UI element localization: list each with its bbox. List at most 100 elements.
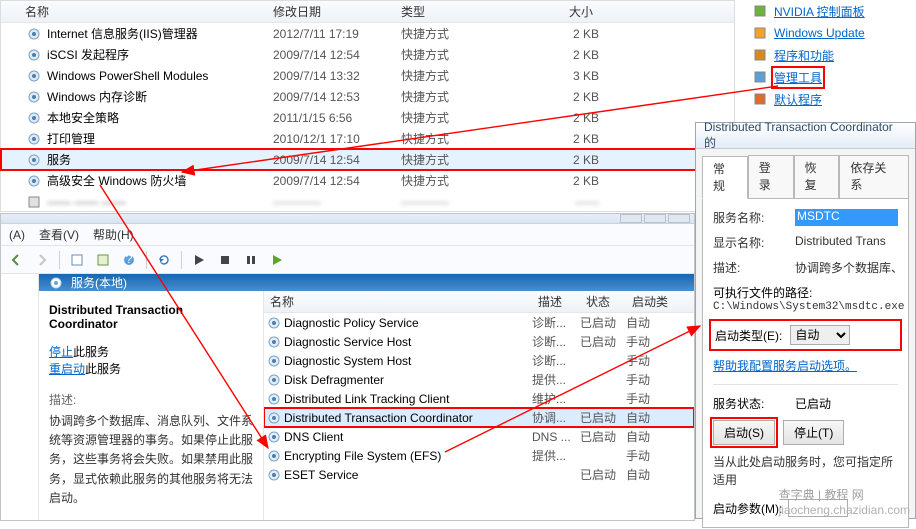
explorer-columns: 名称 修改日期 类型 大小 bbox=[1, 1, 734, 23]
file-row[interactable]: Internet 信息服务(IIS)管理器2012/7/11 17:19快捷方式… bbox=[1, 23, 734, 44]
stop-button[interactable]: 停止(T) bbox=[783, 420, 844, 445]
gear-icon bbox=[264, 316, 284, 330]
service-startup: 手动 bbox=[626, 371, 674, 388]
gear-icon bbox=[49, 276, 63, 290]
nvidia-icon bbox=[752, 3, 768, 19]
file-name: Internet 信息服务(IIS)管理器 bbox=[47, 25, 273, 42]
stop-service-link[interactable]: 停止 bbox=[49, 345, 73, 359]
service-row[interactable]: Diagnostic Service Host诊断...已启动手动 bbox=[264, 332, 694, 351]
gcol-desc[interactable]: 描述 bbox=[532, 293, 580, 310]
file-size: 2 KB bbox=[519, 90, 599, 104]
file-row[interactable]: Windows 内存诊断2009/7/14 12:53快捷方式2 KB bbox=[1, 86, 734, 107]
tab-logon[interactable]: 登录 bbox=[748, 155, 794, 198]
gcol-startup[interactable]: 启动类 bbox=[626, 293, 674, 310]
detail-title: Distributed Transaction Coordinator bbox=[49, 303, 253, 331]
file-name: 打印管理 bbox=[47, 130, 273, 147]
col-date[interactable]: 修改日期 bbox=[273, 3, 401, 20]
file-row[interactable]: Windows PowerShell Modules2009/7/14 13:3… bbox=[1, 65, 734, 86]
cpanel-link[interactable]: 默认程序 bbox=[774, 91, 822, 108]
file-name: Windows 内存诊断 bbox=[47, 88, 273, 105]
menu-help[interactable]: 帮助(H) bbox=[93, 226, 134, 243]
file-date: 2010/12/1 17:10 bbox=[273, 132, 401, 146]
maximize-button[interactable] bbox=[644, 214, 666, 223]
properties-icon[interactable] bbox=[66, 249, 88, 271]
help-icon[interactable]: ? bbox=[118, 249, 140, 271]
col-type[interactable]: 类型 bbox=[401, 3, 519, 20]
help-link[interactable]: 帮助我配置服务启动选项。 bbox=[713, 359, 857, 373]
service-name: Diagnostic Policy Service bbox=[284, 316, 532, 330]
service-status: 已启动 bbox=[580, 333, 626, 350]
service-startup: 自动 bbox=[626, 466, 674, 483]
cpanel-item[interactable]: 默认程序 bbox=[746, 88, 916, 110]
close-button[interactable] bbox=[668, 214, 690, 223]
detail-desc-body: 协调跨多个数据库、消息队列、文件系统等资源管理器的事务。如果停止此服务，这些事务… bbox=[49, 412, 253, 508]
mmc-tree[interactable] bbox=[1, 274, 39, 520]
menu-view[interactable]: 查看(V) bbox=[39, 226, 79, 243]
label-desc: 描述: bbox=[713, 259, 795, 276]
file-row[interactable]: 打印管理2010/12/1 17:10快捷方式2 KB bbox=[1, 128, 734, 149]
cpanel-link[interactable]: Windows Update bbox=[774, 26, 865, 40]
tab-deps[interactable]: 依存关系 bbox=[839, 155, 909, 198]
stop-icon[interactable] bbox=[214, 249, 236, 271]
gcol-status[interactable]: 状态 bbox=[580, 293, 626, 310]
restart-service-link[interactable]: 重启动 bbox=[49, 362, 85, 376]
file-size: 2 KB bbox=[519, 27, 599, 41]
cpanel-item[interactable]: 程序和功能 bbox=[746, 44, 916, 66]
file-row[interactable]: 本地安全策略2011/1/15 6:56快捷方式2 KB bbox=[1, 107, 734, 128]
cpanel-link[interactable]: 程序和功能 bbox=[774, 47, 834, 64]
pause-icon[interactable] bbox=[240, 249, 262, 271]
back-icon[interactable] bbox=[5, 249, 27, 271]
svg-text:?: ? bbox=[126, 253, 133, 266]
wupdate-icon bbox=[752, 25, 768, 41]
play-icon[interactable] bbox=[188, 249, 210, 271]
service-row[interactable]: Encrypting File System (EFS)提供...手动 bbox=[264, 446, 694, 465]
gear-icon bbox=[264, 430, 284, 444]
service-name: Encrypting File System (EFS) bbox=[284, 449, 532, 463]
startup-type-select[interactable]: 自动 bbox=[790, 325, 850, 345]
file-row[interactable]: iSCSI 发起程序2009/7/14 12:54快捷方式2 KB bbox=[1, 44, 734, 65]
service-row[interactable]: ESET Service已启动自动 bbox=[264, 465, 694, 484]
service-row[interactable]: Diagnostic System Host诊断...手动 bbox=[264, 351, 694, 370]
file-type: 快捷方式 bbox=[401, 46, 519, 63]
menu-action[interactable]: (A) bbox=[9, 228, 25, 242]
export-icon[interactable] bbox=[92, 249, 114, 271]
file-row[interactable]: 服务2009/7/14 12:54快捷方式2 KB bbox=[1, 149, 734, 170]
file-row[interactable]: 高级安全 Windows 防火墙2009/7/14 12:54快捷方式2 KB bbox=[1, 170, 734, 191]
value-status: 已启动 bbox=[795, 395, 831, 412]
service-status: 已启动 bbox=[580, 314, 626, 331]
service-row[interactable]: Distributed Transaction Coordinator协调...… bbox=[264, 408, 694, 427]
refresh-icon[interactable] bbox=[153, 249, 175, 271]
start-button[interactable]: 启动(S) bbox=[713, 420, 775, 445]
col-size[interactable]: 大小 bbox=[519, 3, 599, 20]
file-date: 2009/7/14 12:53 bbox=[273, 90, 401, 104]
cpanel-link[interactable]: NVIDIA 控制面板 bbox=[774, 3, 865, 20]
gcol-name[interactable]: 名称 bbox=[264, 293, 532, 310]
col-name[interactable]: 名称 bbox=[25, 3, 273, 20]
explorer-window: 名称 修改日期 类型 大小 Internet 信息服务(IIS)管理器2012/… bbox=[0, 0, 735, 212]
service-name: Disk Defragmenter bbox=[284, 373, 532, 387]
file-type: 快捷方式 bbox=[401, 25, 519, 42]
file-date: 2009/7/14 12:54 bbox=[273, 174, 401, 188]
tab-recovery[interactable]: 恢复 bbox=[794, 155, 840, 198]
file-size: 2 KB bbox=[519, 153, 599, 167]
service-row[interactable]: DNS ClientDNS ...已启动自动 bbox=[264, 427, 694, 446]
cpanel-item[interactable]: 管理工具 bbox=[746, 66, 916, 88]
service-row[interactable]: Disk Defragmenter提供...手动 bbox=[264, 370, 694, 389]
forward-icon[interactable] bbox=[31, 249, 53, 271]
service-name: DNS Client bbox=[284, 430, 532, 444]
tabpanel-general: 服务名称:MSDTC 显示名称:Distributed Trans 描述:协调跨… bbox=[702, 198, 909, 528]
file-size: 2 KB bbox=[519, 132, 599, 146]
cpanel-item[interactable]: NVIDIA 控制面板 bbox=[746, 0, 916, 22]
file-type: 快捷方式 bbox=[401, 88, 519, 105]
print-icon bbox=[25, 131, 43, 147]
cpanel-link[interactable]: 管理工具 bbox=[774, 69, 822, 86]
service-name: Diagnostic System Host bbox=[284, 354, 532, 368]
label-display-name: 显示名称: bbox=[713, 234, 795, 251]
service-row[interactable]: Distributed Link Tracking Client维护...手动 bbox=[264, 389, 694, 408]
tab-general[interactable]: 常规 bbox=[702, 156, 748, 199]
minimize-button[interactable] bbox=[620, 214, 642, 223]
cpanel-item[interactable]: Windows Update bbox=[746, 22, 916, 44]
file-type: 快捷方式 bbox=[401, 172, 519, 189]
restart-icon[interactable] bbox=[266, 249, 288, 271]
service-row[interactable]: Diagnostic Policy Service诊断...已启动自动 bbox=[264, 313, 694, 332]
